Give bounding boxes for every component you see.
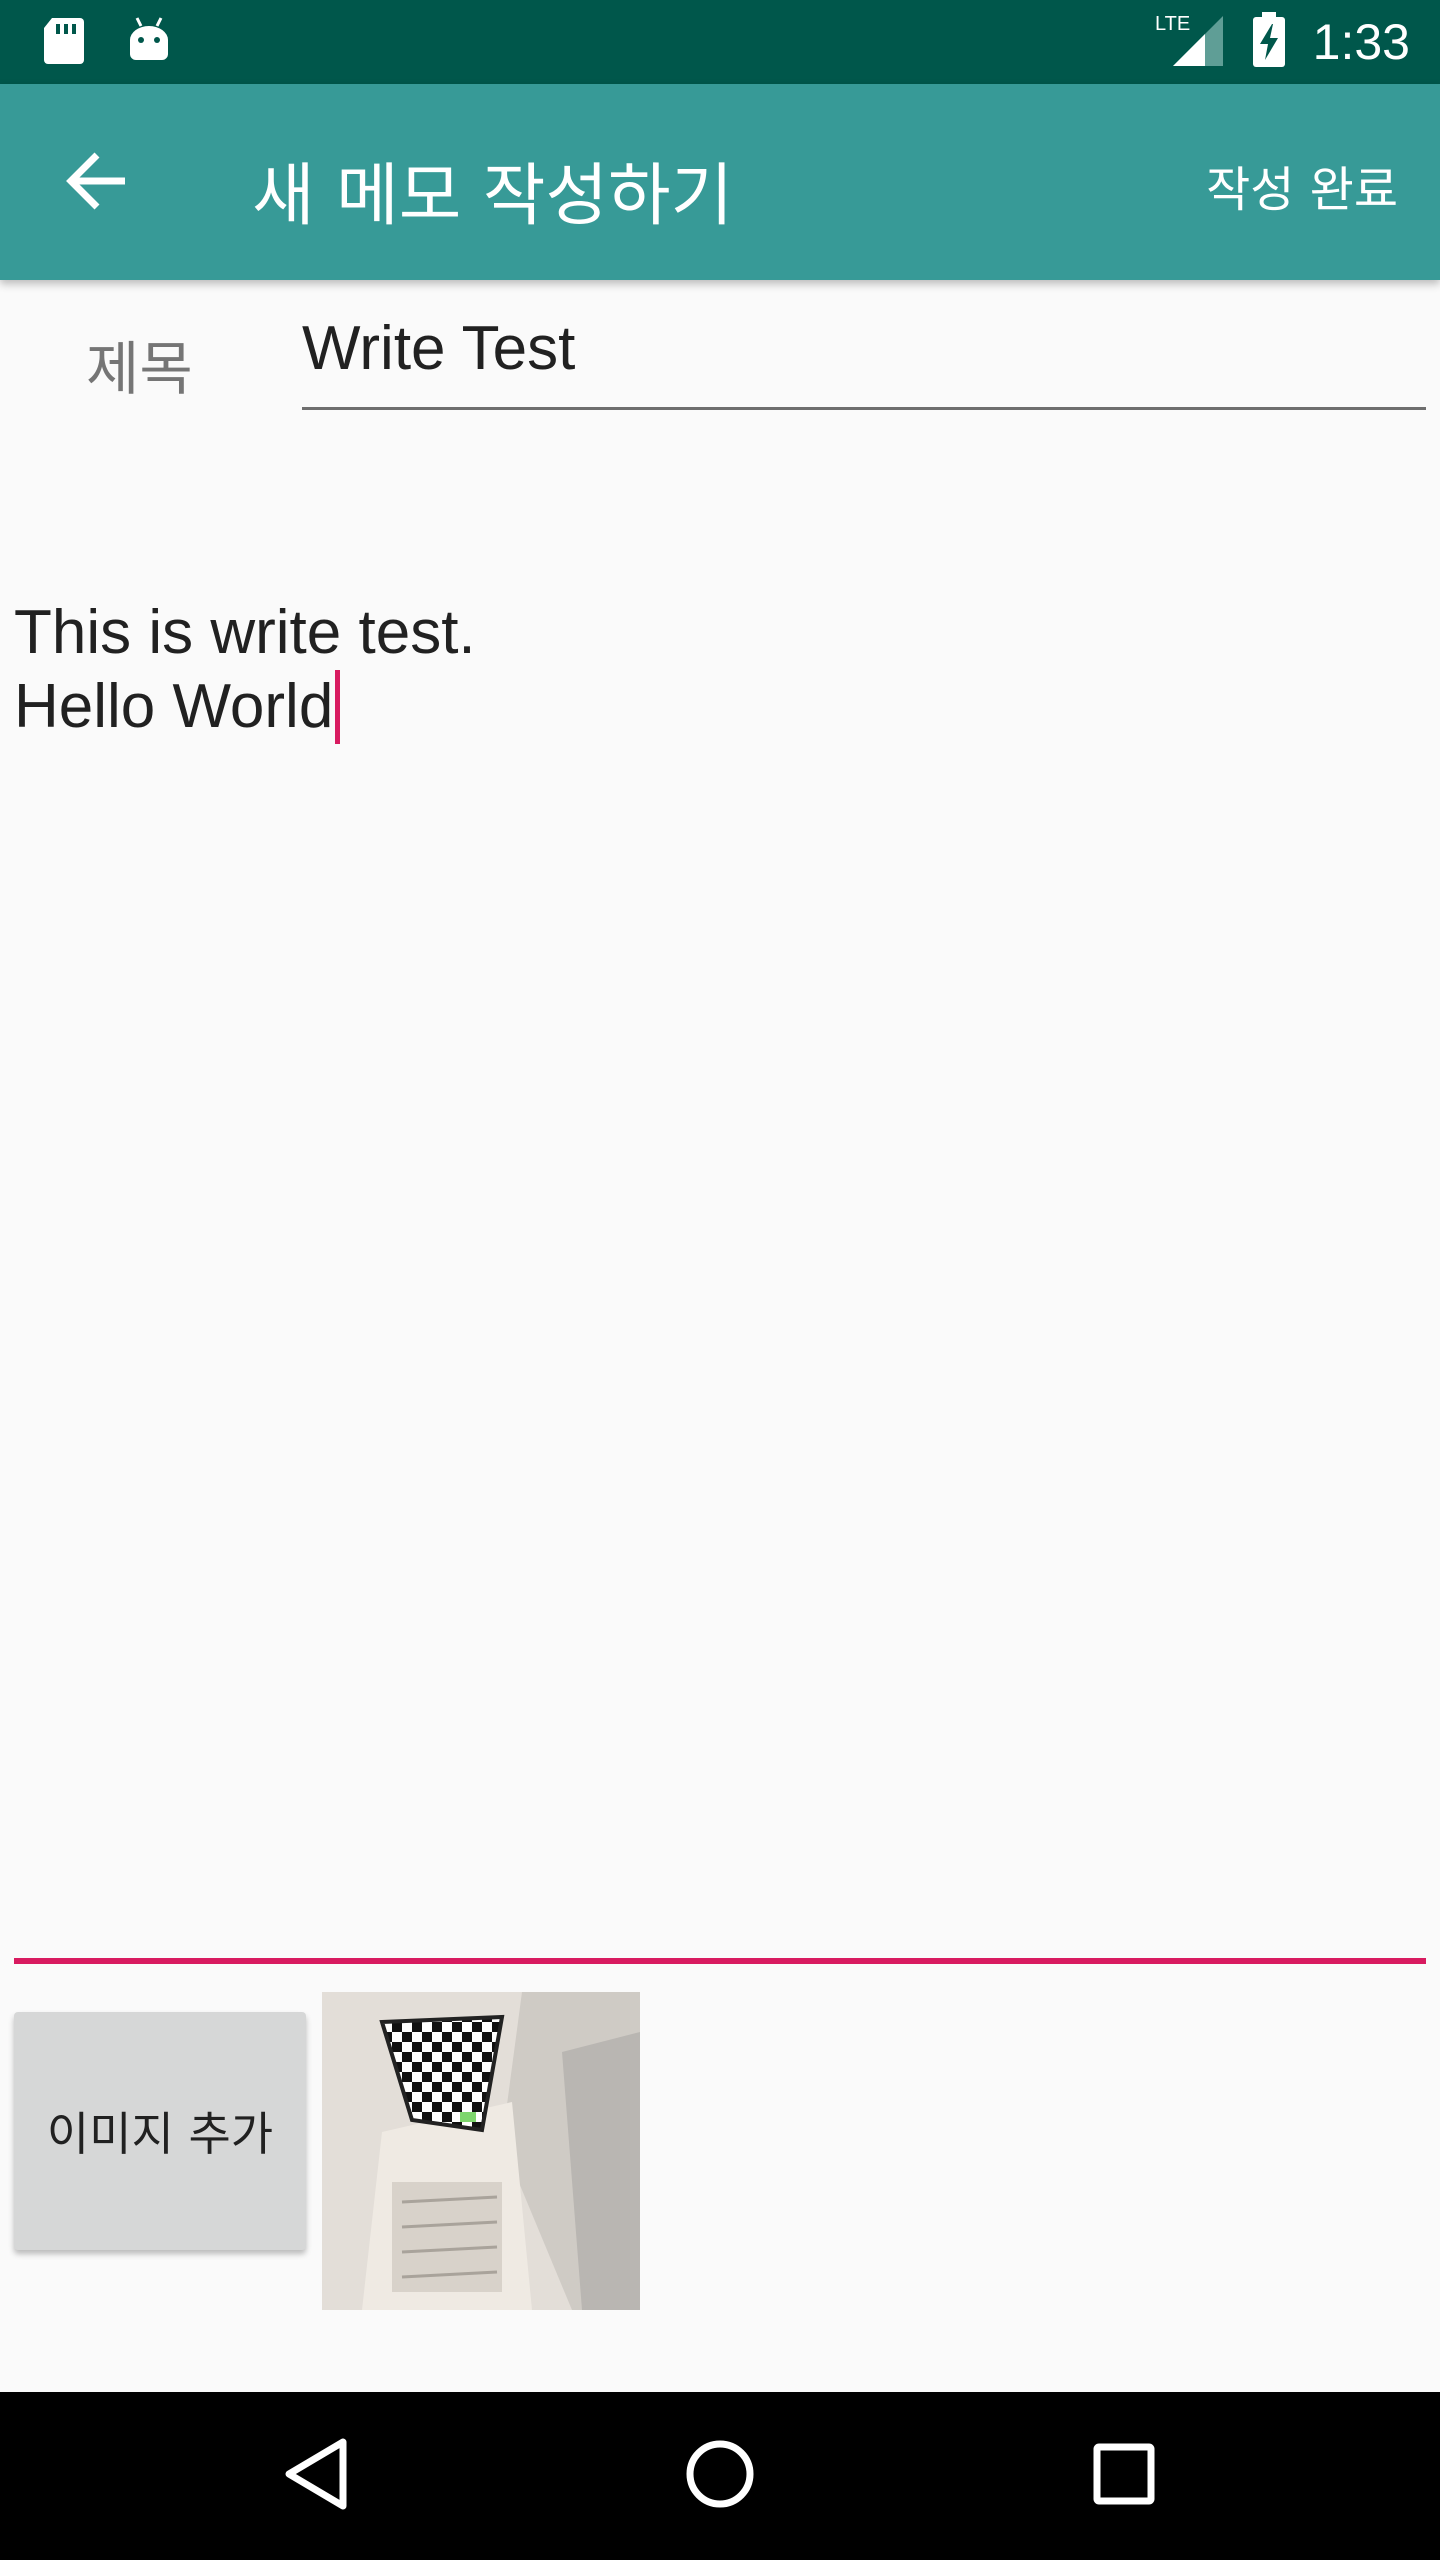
nav-home-button[interactable]	[670, 2426, 770, 2526]
page-title: 새 메모 작성하기	[252, 157, 734, 236]
title-input[interactable]	[302, 300, 1426, 410]
arrow-back-icon	[65, 149, 129, 217]
image-thumbnail[interactable]	[322, 1992, 640, 2310]
nav-recents-button[interactable]	[1074, 2426, 1174, 2526]
nav-back-icon	[281, 2436, 351, 2516]
body-input[interactable]: This is write test. Hello World	[14, 596, 1426, 744]
navigation-bar	[0, 2392, 1440, 2560]
done-button[interactable]: 작성 완료	[1206, 150, 1398, 220]
android-icon	[126, 16, 172, 70]
lte-signal-icon: LTE	[1155, 12, 1225, 72]
app-bar: 새 메모 작성하기 작성 완료	[0, 84, 1440, 280]
text-cursor	[335, 670, 341, 744]
body-text: This is write test. Hello World	[14, 598, 476, 741]
nav-recents-icon	[1092, 2442, 1156, 2510]
nav-back-button[interactable]	[266, 2426, 366, 2526]
nav-home-icon	[684, 2438, 756, 2514]
status-bar: LTE 1:33	[0, 0, 1440, 84]
sd-card-icon	[42, 16, 86, 70]
status-time: 1:33	[1312, 14, 1410, 70]
back-button[interactable]	[52, 138, 142, 228]
battery-charging-icon	[1251, 12, 1287, 72]
memo-write-screen: LTE 1:33 새 메모 작성하기 작성 완료 제목 Write Test T…	[0, 0, 1440, 2560]
body-input-underline	[14, 1958, 1426, 1964]
svg-text:LTE: LTE	[1155, 13, 1190, 35]
add-image-button[interactable]: 이미지 추가	[14, 2012, 306, 2250]
title-label: 제목	[86, 335, 193, 403]
